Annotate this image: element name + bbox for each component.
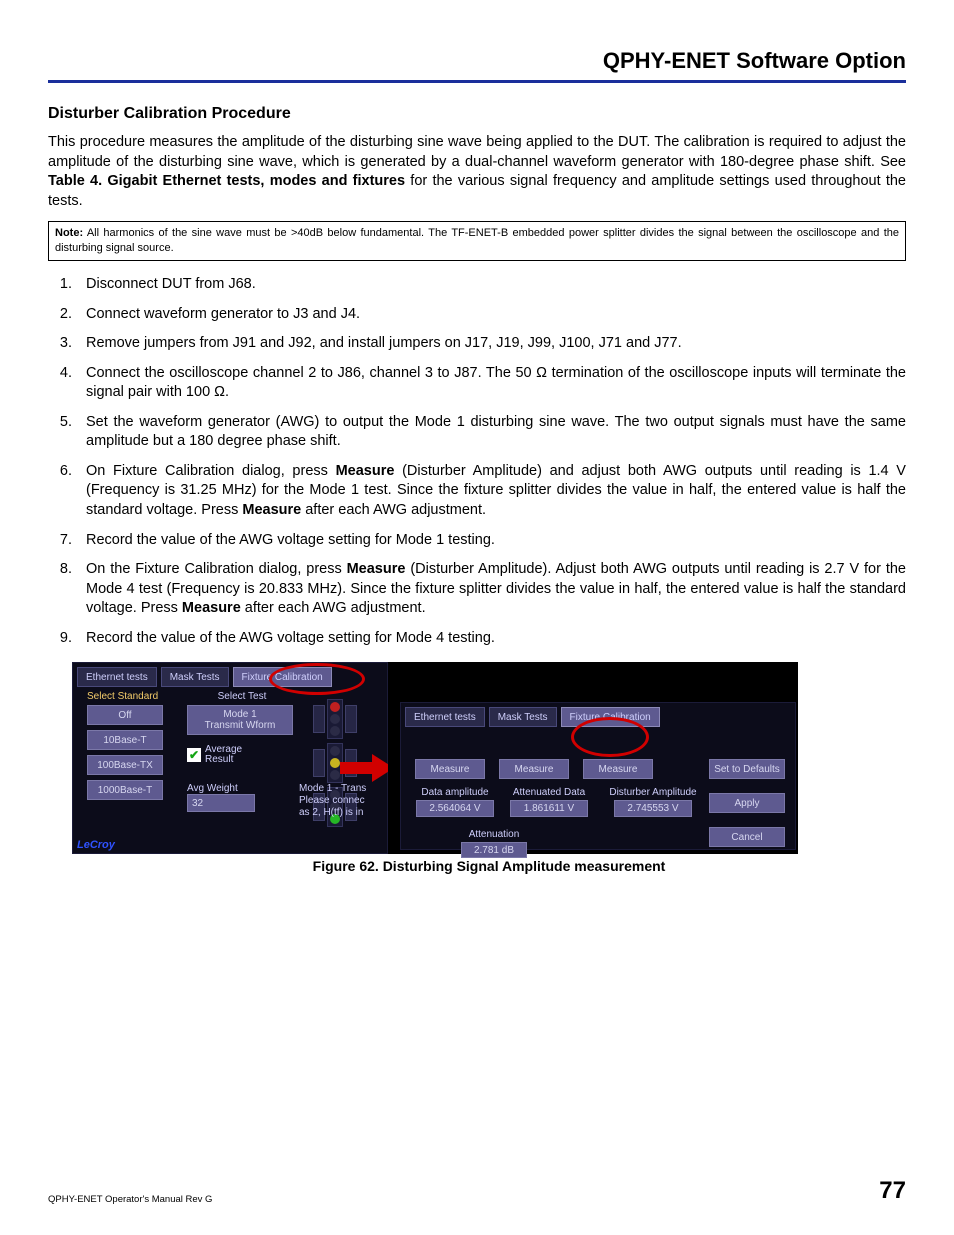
screenshot: Ethernet tests Mask Tests Fixture Calibr… <box>72 662 798 854</box>
header-rule <box>48 80 906 83</box>
disturber-amplitude-label: Disturber Amplitude <box>603 787 703 798</box>
average-result-row: ✔ Average Result <box>187 745 242 765</box>
connector-icon <box>313 705 325 733</box>
measure-button-1[interactable]: Measure <box>415 759 485 779</box>
measure-button-3[interactable]: Measure <box>583 759 653 779</box>
select-test-label: Select Test <box>187 691 297 702</box>
note-label: Note: <box>55 227 83 239</box>
mode-hint-text: Mode 1 - Trans Please connec as 2, H(tf)… <box>299 783 389 819</box>
step-5: Set the waveform generator (AWG) to outp… <box>76 413 906 452</box>
attenuated-data-col: Attenuated Data 1.861611 V <box>509 787 589 817</box>
page-footer: QPHY-ENET Operator's Manual Rev G 77 <box>48 1177 906 1205</box>
standard-off-button[interactable]: Off <box>87 705 163 725</box>
step-2: Connect waveform generator to J3 and J4. <box>76 305 906 325</box>
attenuation-group: Attenuation 2.781 dB <box>461 829 527 858</box>
step-6a: On Fixture Calibration dialog, press <box>86 463 336 479</box>
left-panel: Ethernet tests Mask Tests Fixture Calibr… <box>72 662 388 854</box>
step-8b: Measure <box>347 561 406 577</box>
right-panel: Ethernet tests Mask Tests Fixture Calibr… <box>388 662 798 854</box>
mode1-transmit-button[interactable]: Mode 1 Transmit Wform <box>187 705 293 735</box>
brand-label: LeCroy <box>77 839 115 851</box>
avg-weight-label: Avg Weight <box>187 783 255 794</box>
note-text: All harmonics of the sine wave must be >… <box>55 227 899 254</box>
attenuation-label: Attenuation <box>461 829 527 840</box>
step-8e: after each AWG adjustment. <box>241 600 426 616</box>
step-8: On the Fixture Calibration dialog, press… <box>76 560 906 619</box>
measure-button-2[interactable]: Measure <box>499 759 569 779</box>
value-group: Data amplitude 2.564064 V Attenuated Dat… <box>415 787 703 817</box>
tab-mask-tests[interactable]: Mask Tests <box>161 667 229 687</box>
running-header: QPHY-ENET Software Option <box>48 48 906 80</box>
tab-ethernet-tests[interactable]: Ethernet tests <box>77 667 157 687</box>
attenuated-data-label: Attenuated Data <box>509 787 589 798</box>
footer-manual: QPHY-ENET Operator's Manual Rev G <box>48 1194 212 1205</box>
tab-ethernet-tests-r[interactable]: Ethernet tests <box>405 707 485 727</box>
figure-wrap: Ethernet tests Mask Tests Fixture Calibr… <box>72 662 906 874</box>
step-6b: Measure <box>336 463 395 479</box>
step-4: Connect the oscilloscope channel 2 to J8… <box>76 364 906 403</box>
avg-weight-group: Avg Weight 32 <box>187 783 255 812</box>
select-standard-label: Select Standard <box>87 691 158 702</box>
step-8a: On the Fixture Calibration dialog, press <box>86 561 347 577</box>
attenuation-value[interactable]: 2.781 dB <box>461 842 527 858</box>
step-6: On Fixture Calibration dialog, press Mea… <box>76 462 906 521</box>
connector-icon <box>313 749 325 777</box>
select-test-column: Select Test Mode 1 Transmit Wform <box>187 691 297 735</box>
figure-caption: Figure 62. Disturbing Signal Amplitude m… <box>72 858 906 874</box>
step-9: Record the value of the AWG voltage sett… <box>76 629 906 649</box>
section-title: Disturber Calibration Procedure <box>48 105 906 123</box>
average-result-label: Average Result <box>205 745 242 765</box>
traffic-light-icon <box>327 699 343 739</box>
standard-100base-tx-button[interactable]: 100Base-TX <box>87 755 163 775</box>
disturber-amplitude-value[interactable]: 2.745553 V <box>614 800 692 817</box>
step-6e: after each AWG adjustment. <box>301 502 486 518</box>
step-8d: Measure <box>182 600 241 616</box>
disturber-amplitude-col: Disturber Amplitude 2.745553 V <box>603 787 703 817</box>
set-to-defaults-button[interactable]: Set to Defaults <box>709 759 785 779</box>
data-amplitude-label: Data amplitude <box>415 787 495 798</box>
standard-1000base-t-button[interactable]: 1000Base-T <box>87 780 163 800</box>
measure-buttons-row: Measure Measure Measure <box>415 759 665 779</box>
apply-button[interactable]: Apply <box>709 793 785 813</box>
tab-mask-tests-r[interactable]: Mask Tests <box>489 707 557 727</box>
standard-10base-t-button[interactable]: 10Base-T <box>87 730 163 750</box>
intro-paragraph: This procedure measures the amplitude of… <box>48 133 906 211</box>
standard-buttons: Off 10Base-T 100Base-TX 1000Base-T <box>87 705 163 800</box>
footer-page-number: 77 <box>879 1177 906 1205</box>
step-7: Record the value of the AWG voltage sett… <box>76 531 906 551</box>
avg-weight-value[interactable]: 32 <box>187 794 255 812</box>
intro-part-a: This procedure measures the amplitude of… <box>48 134 906 170</box>
step-3: Remove jumpers from J91 and J92, and ins… <box>76 334 906 354</box>
cancel-button[interactable]: Cancel <box>709 827 785 847</box>
traffic-row-1 <box>313 699 375 739</box>
note-box: Note: All harmonics of the sine wave mus… <box>48 221 906 261</box>
attenuated-data-value[interactable]: 1.861611 V <box>510 800 588 817</box>
data-amplitude-value[interactable]: 2.564064 V <box>416 800 494 817</box>
intro-table-ref: Table 4. Gigabit Ethernet tests, modes a… <box>48 173 405 189</box>
procedure-steps: Disconnect DUT from J68. Connect wavefor… <box>48 275 906 648</box>
data-amplitude-col: Data amplitude 2.564064 V <box>415 787 495 817</box>
step-6d: Measure <box>242 502 301 518</box>
right-sub-panel: Ethernet tests Mask Tests Fixture Calibr… <box>400 702 796 850</box>
step-1: Disconnect DUT from J68. <box>76 275 906 295</box>
highlight-circle-right <box>571 717 649 757</box>
average-result-checkbox[interactable]: ✔ <box>187 748 201 762</box>
connector-icon <box>345 705 357 733</box>
side-buttons: Set to Defaults Apply Cancel <box>709 759 785 847</box>
